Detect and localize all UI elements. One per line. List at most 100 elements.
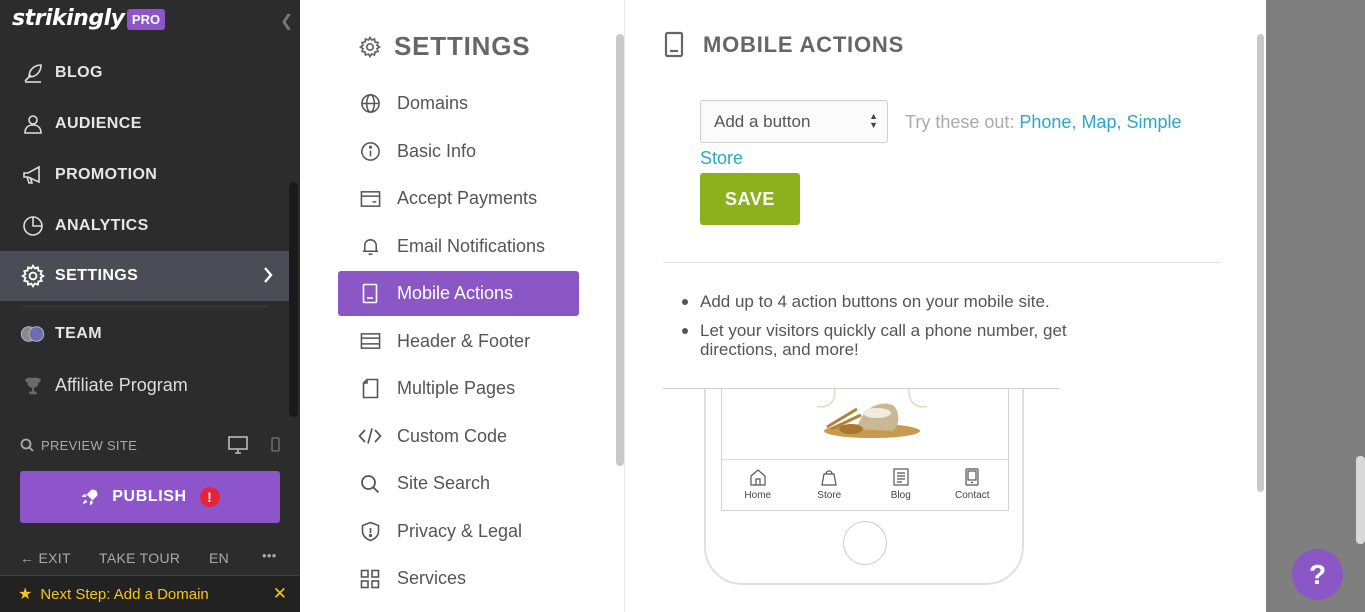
sidebar-item-label: ANALYTICS bbox=[55, 216, 149, 234]
phone-tab-label: Store bbox=[817, 490, 842, 501]
exit-link[interactable]: ← EXIT bbox=[20, 550, 71, 566]
list-item: Let your visitors quickly call a phone n… bbox=[682, 321, 1140, 359]
trophy-icon bbox=[20, 373, 46, 399]
settings-nav-privacy-legal[interactable]: Privacy & Legal bbox=[338, 508, 579, 556]
sidebar-item-analytics[interactable]: ANALYTICS bbox=[0, 200, 290, 251]
users-icon bbox=[20, 111, 46, 137]
page-icon bbox=[358, 377, 382, 401]
phone-home-button bbox=[843, 521, 887, 565]
section-divider bbox=[663, 262, 1221, 263]
settings-nav-mobile-actions[interactable]: Mobile Actions bbox=[338, 271, 579, 316]
add-button-select[interactable]: Add a button ▲ ▼ bbox=[700, 100, 888, 143]
sidebar-scrollbar[interactable] bbox=[289, 182, 298, 417]
mobile-actions-heading: MOBILE ACTIONS bbox=[664, 31, 904, 58]
select-value: Add a button bbox=[714, 111, 811, 131]
mobile-icon[interactable] bbox=[271, 437, 280, 452]
close-icon[interactable]: ✕ bbox=[273, 584, 287, 604]
settings-nav-scrollbar[interactable] bbox=[616, 34, 624, 466]
gear-icon bbox=[20, 263, 46, 289]
sidebar-item-label: SETTINGS bbox=[55, 267, 139, 284]
settings-nav-site-search[interactable]: Site Search bbox=[338, 460, 579, 508]
sidebar-item-promotion[interactable]: PROMOTION bbox=[0, 149, 290, 200]
collapse-chevron-icon[interactable]: ❮ bbox=[280, 11, 293, 31]
search-icon bbox=[358, 472, 382, 496]
sidebar-item-label: PROMOTION bbox=[55, 165, 158, 183]
phone-icon bbox=[963, 468, 981, 488]
suggestion-store-link[interactable]: Store bbox=[700, 148, 743, 169]
settings-nav-multiple-pages[interactable]: Multiple Pages bbox=[338, 365, 579, 413]
settings-nav-email-notifications[interactable]: Email Notifications bbox=[338, 223, 579, 271]
phone-screen: Home Store Blog Contact bbox=[721, 389, 1009, 511]
settings-nav-label: Site Search bbox=[397, 473, 491, 494]
settings-nav-custom-code[interactable]: Custom Code bbox=[338, 413, 579, 461]
page-scrollbar[interactable] bbox=[1356, 456, 1365, 544]
settings-nav-label: Email Notifications bbox=[397, 235, 546, 256]
mobile-icon bbox=[664, 31, 684, 58]
grid-icon bbox=[358, 567, 382, 591]
phone-tab-contact: Contact bbox=[937, 460, 1009, 510]
alert-badge: ! bbox=[199, 487, 220, 507]
save-button[interactable]: SAVE bbox=[700, 173, 800, 225]
sidebar-item-label: BLOG bbox=[55, 63, 103, 81]
settings-nav-basic-info[interactable]: Basic Info bbox=[338, 128, 579, 176]
code-icon bbox=[358, 424, 382, 448]
select-arrows-icon: ▲ ▼ bbox=[869, 111, 878, 130]
content-scrollbar[interactable] bbox=[1257, 34, 1264, 492]
home-icon bbox=[749, 468, 767, 488]
sidebar-item-settings[interactable]: SETTINGS bbox=[0, 251, 290, 301]
settings-nav: Domains Basic Info Accept Payments Email… bbox=[338, 80, 579, 603]
settings-nav-header-footer[interactable]: Header & Footer bbox=[338, 318, 579, 366]
desktop-icon[interactable] bbox=[228, 436, 248, 454]
preview-site-row: PREVIEW SITE bbox=[20, 436, 282, 454]
gear-icon bbox=[358, 35, 382, 59]
settings-nav-domains[interactable]: Domains bbox=[338, 80, 579, 128]
pie-chart-icon bbox=[20, 213, 46, 239]
settings-nav-accept-payments[interactable]: Accept Payments bbox=[338, 175, 579, 223]
publish-button[interactable]: PUBLISH ! bbox=[20, 471, 280, 523]
strikingly-logo[interactable]: strikingly bbox=[12, 6, 125, 31]
settings-nav-label: Accept Payments bbox=[397, 188, 538, 209]
globe-icon bbox=[358, 92, 382, 116]
rocket-icon bbox=[80, 487, 100, 507]
sidebar-item-affiliate[interactable]: Affiliate Program bbox=[0, 360, 290, 411]
sidebar-item-audience[interactable]: AUDIENCE bbox=[0, 98, 290, 149]
search-icon bbox=[20, 438, 34, 452]
list-item: Add up to 4 action buttons on your mobil… bbox=[682, 292, 1140, 311]
exit-label: EXIT bbox=[38, 550, 71, 566]
phone-tab-bar: Home Store Blog Contact bbox=[722, 459, 1008, 510]
settings-heading: SETTINGS bbox=[358, 31, 530, 62]
blog-icon bbox=[892, 468, 910, 488]
chevron-right-icon bbox=[263, 266, 273, 289]
settings-nav-services[interactable]: Services bbox=[338, 555, 579, 603]
sidebar-item-blog[interactable]: BLOG bbox=[0, 47, 290, 98]
language-link[interactable]: EN bbox=[209, 550, 229, 566]
publish-label: PUBLISH bbox=[112, 488, 187, 505]
sidebar-item-team[interactable]: TEAM bbox=[0, 307, 290, 360]
sidebar: strikingly PRO ❮ BLOG AUDIENCE PROMOTION bbox=[0, 0, 300, 612]
sidebar-nav: BLOG AUDIENCE PROMOTION ANALYTICS SETTIN… bbox=[0, 47, 290, 411]
settings-nav-label: Domains bbox=[397, 93, 469, 114]
settings-nav-label: Multiple Pages bbox=[397, 378, 516, 399]
team-avatars-icon bbox=[20, 321, 46, 347]
settings-nav-label: Custom Code bbox=[397, 425, 508, 446]
settings-nav-label: Services bbox=[397, 568, 467, 589]
take-tour-link[interactable]: TAKE TOUR bbox=[99, 550, 180, 566]
next-step-bar[interactable]: ★ Next Step: Add a Domain ✕ bbox=[0, 575, 300, 612]
sidebar-item-label: TEAM bbox=[55, 324, 102, 342]
info-bullets: Add up to 4 action buttons on your mobil… bbox=[682, 292, 1140, 369]
settings-nav-label: Header & Footer bbox=[397, 330, 531, 351]
bell-icon bbox=[358, 234, 382, 258]
suggestions-links[interactable]: Phone, Map, Simple bbox=[1019, 112, 1181, 132]
card-icon bbox=[358, 187, 382, 211]
sidebar-item-label: Affiliate Program bbox=[55, 375, 188, 395]
settings-nav-label: Basic Info bbox=[397, 140, 477, 161]
star-icon: ★ bbox=[18, 586, 33, 603]
preview-site-link[interactable]: PREVIEW SITE bbox=[41, 438, 137, 453]
suggestions-text: Try these out: Phone, Map, Simple bbox=[905, 112, 1181, 133]
phone-tab-store: Store bbox=[794, 460, 866, 510]
phone-tab-label: Blog bbox=[890, 490, 911, 501]
section-title: MOBILE ACTIONS bbox=[703, 31, 905, 57]
more-icon[interactable]: ••• bbox=[262, 548, 277, 563]
help-button[interactable]: ? bbox=[1292, 549, 1343, 600]
phone-tab-blog: Blog bbox=[865, 460, 937, 510]
